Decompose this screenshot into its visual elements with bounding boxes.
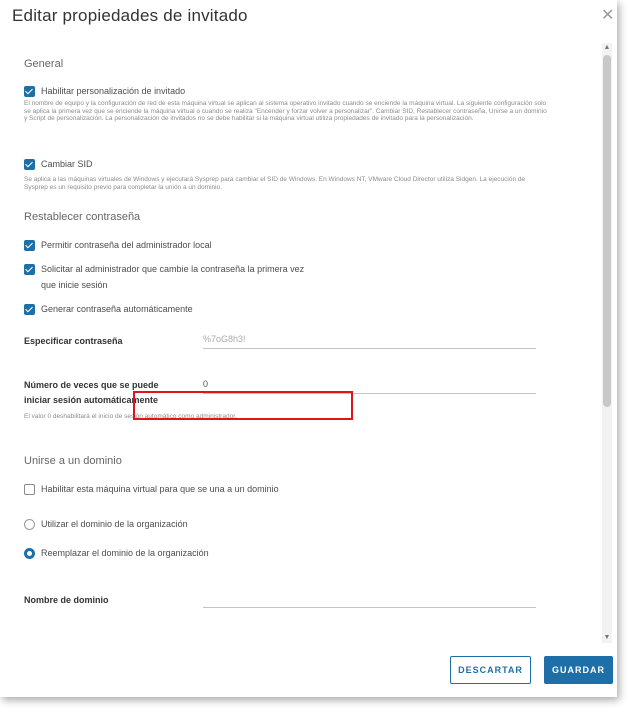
customization-help-text: El nombre de equipo y la configuración d… <box>24 100 547 123</box>
require-password-change-label: Solicitar al administrador que cambie la… <box>41 264 305 274</box>
close-icon[interactable]: ✕ <box>601 8 614 24</box>
dialog-title: Editar propiedades de invitado <box>12 6 248 25</box>
discard-button[interactable]: DESCARTAR <box>450 656 531 684</box>
enable-domain-join-label: Habilitar esta máquina virtual para que … <box>41 484 279 494</box>
enable-customization-label: Habilitar personalización de invitado <box>41 86 186 96</box>
vertical-scrollbar[interactable]: ▲ ▼ <box>602 43 612 643</box>
edit-guest-properties-dialog: Editar propiedades de invitado ✕ General… <box>0 0 617 697</box>
use-org-domain-label: Utilizar el dominio de la organización <box>41 519 188 529</box>
enable-customization-checkbox[interactable] <box>24 86 35 97</box>
auto-generate-password-label: Generar contraseña automáticamente <box>41 304 193 314</box>
allow-local-admin-checkbox[interactable] <box>24 240 35 251</box>
section-domain-heading: Unirse a un dominio <box>24 455 122 467</box>
section-general-heading: General <box>24 58 64 70</box>
specify-password-label: Especificar contraseña <box>24 336 123 346</box>
change-sid-label: Cambiar SID <box>41 159 93 169</box>
enable-domain-join-checkbox[interactable] <box>24 484 35 495</box>
autologon-count-label: Número de veces que se puede <box>24 380 159 390</box>
domain-name-label: Nombre de dominio <box>24 595 109 605</box>
save-button[interactable]: GUARDAR <box>544 656 613 684</box>
change-sid-help-text: Se aplica a las máquinas virtuales de Wi… <box>24 176 526 191</box>
red-highlight-box <box>133 391 353 420</box>
scroll-down-arrow-icon[interactable]: ▼ <box>602 633 612 643</box>
use-org-domain-radio[interactable] <box>24 519 35 530</box>
require-password-change-label-cont: que inicie sesión <box>41 280 108 290</box>
domain-name-field[interactable] <box>203 593 536 608</box>
scroll-up-arrow-icon[interactable]: ▲ <box>602 43 612 53</box>
override-org-domain-radio[interactable] <box>24 548 35 559</box>
override-org-domain-label: Reemplazar el dominio de la organización <box>41 548 209 558</box>
require-password-change-checkbox[interactable] <box>24 264 35 275</box>
scrollbar-thumb[interactable] <box>603 55 611 407</box>
change-sid-checkbox[interactable] <box>24 159 35 170</box>
dialog-body: General Habilitar personalización de inv… <box>0 43 600 643</box>
auto-generate-password-checkbox[interactable] <box>24 304 35 315</box>
specify-password-field[interactable]: %7oG8h3! <box>203 334 536 349</box>
allow-local-admin-label: Permitir contraseña del administrador lo… <box>41 240 212 250</box>
section-password-heading: Restablecer contraseña <box>24 211 141 223</box>
